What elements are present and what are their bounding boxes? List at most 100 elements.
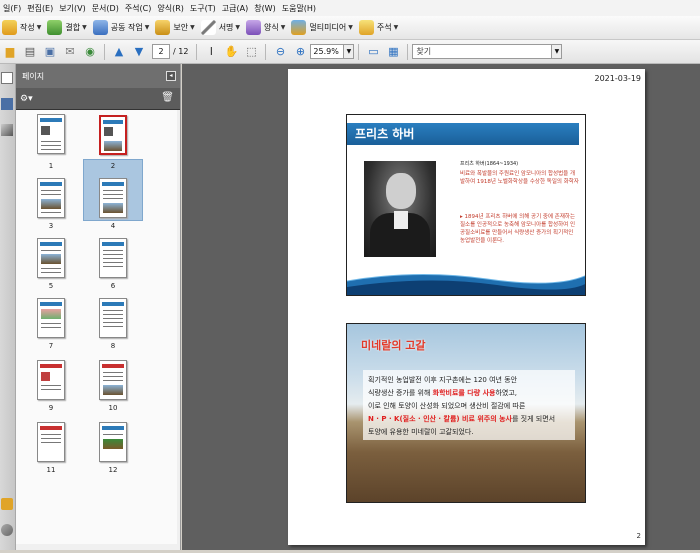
page-thumbnail-2[interactable] bbox=[99, 115, 127, 155]
combine-icon bbox=[47, 20, 63, 35]
zoom-out-icon[interactable]: ⊖ bbox=[272, 44, 288, 60]
panel-options-icon[interactable]: ◂ bbox=[166, 71, 176, 81]
page-thumbnail-3[interactable] bbox=[37, 178, 65, 218]
page-thumbnail-7[interactable] bbox=[37, 298, 65, 338]
page-thumbnails: 1 2 3 4 5 6 7 8 9 10 11 12 bbox=[16, 110, 177, 544]
menu-file[interactable]: 일(F) bbox=[0, 3, 24, 14]
separator bbox=[104, 43, 105, 60]
slide1-bullet: ▸ 1894년 프리츠 하버에 의해 공기 중에 존재하는 질소를 인공적으로 … bbox=[460, 214, 576, 244]
next-page-icon[interactable]: ▼ bbox=[131, 44, 147, 60]
forms-icon bbox=[246, 20, 262, 35]
portrait-photo bbox=[364, 161, 436, 257]
comment-pane-icon[interactable] bbox=[1, 498, 13, 510]
menu-help[interactable]: 도움말(H) bbox=[279, 3, 319, 14]
fit-width-icon[interactable]: ▦ bbox=[385, 44, 401, 60]
collaborate-icon bbox=[92, 20, 108, 35]
separator bbox=[358, 43, 360, 60]
menu-forms[interactable]: 양식(R) bbox=[154, 3, 187, 14]
thumbnail-label: 12 bbox=[108, 466, 118, 474]
signatures-icon[interactable] bbox=[1, 124, 13, 136]
thumbnail-label: 1 bbox=[48, 162, 54, 170]
secure-label: 보안 bbox=[173, 23, 189, 32]
email-icon[interactable]: ✉ bbox=[62, 44, 78, 60]
select-text-icon[interactable]: I bbox=[203, 44, 219, 60]
slide2-text: 를 짓게 되면서 bbox=[511, 415, 556, 423]
pages-icon[interactable] bbox=[1, 72, 13, 84]
hand-tool-icon[interactable]: ✋ bbox=[223, 44, 239, 60]
slide2-line: N · P · K(질소 · 인산 · 칼륨) 비료 위주의 농사를 짓게 되면… bbox=[368, 413, 570, 426]
zoom-select[interactable]: 25.9% bbox=[310, 44, 345, 59]
combine-button[interactable]: 결합 ▼ bbox=[45, 20, 90, 35]
slide-mineral-depletion: 미네랄의 고갈 획기적인 농업발전 이후 지구촌에는 120 여년 동안 식량생… bbox=[346, 323, 586, 503]
sign-label: 서명 bbox=[218, 23, 234, 32]
menu-tools[interactable]: 도구(T) bbox=[187, 3, 219, 14]
page-thumbnail-12[interactable] bbox=[99, 422, 127, 462]
comment-icon bbox=[358, 20, 374, 35]
slide1-wave-decoration bbox=[347, 273, 585, 295]
collaborate-button[interactable]: 공동 작업 ▼ bbox=[91, 20, 154, 35]
forms-button[interactable]: 양식 ▼ bbox=[244, 20, 289, 35]
slide1-description: 비료와 폭발물의 주원료인 암모니아의 합성법을 개발하여 1918년 노벨화학… bbox=[460, 171, 579, 185]
page-thumbnail-5[interactable] bbox=[37, 238, 65, 278]
forms-label: 양식 bbox=[264, 23, 279, 32]
page-total: / 12 bbox=[173, 47, 189, 56]
slide2-line: 토양에 유용한 미네랄이 고갈되었다. bbox=[368, 428, 474, 436]
panel-options-menu-icon[interactable]: ⚙▾ bbox=[20, 94, 33, 104]
print-icon[interactable]: ▤ bbox=[22, 44, 38, 60]
menu-advanced[interactable]: 고급(A) bbox=[219, 3, 251, 14]
slide2-line: 식량생산 증가를 위해 화학비료를 다량 사용하였고, bbox=[368, 387, 570, 400]
thumbnail-label: 9 bbox=[48, 404, 54, 412]
menu-document[interactable]: 문서(D) bbox=[89, 3, 122, 14]
slide2-title: 미네랄의 고갈 bbox=[361, 339, 426, 352]
page-thumbnail-9[interactable] bbox=[37, 360, 65, 400]
find-input[interactable]: 찾기 bbox=[412, 44, 553, 59]
find-dropdown-icon[interactable]: ▼ bbox=[552, 44, 563, 59]
thumbnail-label: 2 bbox=[110, 162, 116, 170]
page-thumbnail-10[interactable] bbox=[99, 360, 127, 400]
slide2-text: 식량생산 증가를 위해 bbox=[368, 389, 433, 397]
create-button[interactable]: 작성 ▼ bbox=[0, 20, 45, 35]
page-thumbnail-6[interactable] bbox=[99, 238, 127, 278]
page-thumbnail-11[interactable] bbox=[37, 422, 65, 462]
page-thumbnail-8[interactable] bbox=[99, 298, 127, 338]
thumbnail-label: 8 bbox=[110, 342, 116, 350]
menu-comments[interactable]: 주석(C) bbox=[122, 3, 155, 14]
menu-edit[interactable]: 편집(E) bbox=[24, 3, 56, 14]
pen-icon bbox=[200, 20, 216, 35]
multimedia-button[interactable]: 멀티미디어 ▼ bbox=[289, 20, 356, 35]
page-thumbnail-4[interactable] bbox=[99, 178, 127, 218]
navigation-rail bbox=[0, 64, 16, 550]
save-icon[interactable]: ▣ bbox=[42, 44, 58, 60]
thumbnail-label: 7 bbox=[48, 342, 54, 350]
fit-page-icon[interactable]: ▭ bbox=[365, 44, 381, 60]
document-viewer[interactable]: 2021-03-19 프리츠 하버 프리츠 하버(1864~1934) 비료와 … bbox=[182, 64, 700, 550]
open-folder-icon[interactable]: ▆ bbox=[2, 44, 18, 60]
page-date: 2021-03-19 bbox=[594, 74, 642, 83]
secure-button[interactable]: 보안 ▼ bbox=[153, 20, 198, 35]
navigation-toolbar: ▆ ▤ ▣ ✉ ◉ ▲ ▼ 2 / 12 I ✋ ⬚ ⊖ ⊕ 25.9% ▼ ▭… bbox=[0, 40, 700, 64]
attachments-icon[interactable] bbox=[1, 524, 13, 536]
panel-header: 페이지 ◂ bbox=[16, 64, 180, 88]
page-number-input[interactable]: 2 bbox=[152, 44, 170, 59]
page-thumbnail-1[interactable] bbox=[37, 114, 65, 154]
thumbnail-label: 10 bbox=[108, 404, 118, 412]
tasks-toolbar: 작성 ▼ 결합 ▼ 공동 작업 ▼ 보안 ▼ 서명 ▼ 양식 ▼ 멀티미디어 ▼ 주석 ▼ bbox=[0, 16, 700, 40]
panel-title: 페이지 bbox=[22, 71, 45, 81]
menu-window[interactable]: 창(W) bbox=[251, 3, 279, 14]
pages-panel: 페이지 ◂ ⚙▾ 🗑 1 2 3 4 5 6 7 8 9 10 11 12 bbox=[16, 64, 181, 550]
combine-label: 결합 bbox=[65, 23, 81, 32]
bookmarks-icon[interactable] bbox=[1, 98, 13, 110]
zoom-in-icon[interactable]: ⊕ bbox=[292, 44, 308, 60]
separator bbox=[265, 43, 267, 60]
sign-button[interactable]: 서명 ▼ bbox=[199, 20, 244, 35]
marquee-zoom-icon[interactable]: ⬚ bbox=[243, 44, 259, 60]
trash-icon[interactable]: 🗑 bbox=[161, 92, 174, 103]
separator bbox=[407, 43, 409, 60]
web-icon[interactable]: ◉ bbox=[82, 44, 98, 60]
menu-view[interactable]: 보기(V) bbox=[56, 3, 88, 14]
slide1-title: 프리츠 하버 bbox=[347, 123, 579, 145]
zoom-dropdown-icon[interactable]: ▼ bbox=[344, 44, 355, 59]
thumbnail-label: 11 bbox=[46, 466, 56, 474]
comment-button[interactable]: 주석 ▼ bbox=[357, 20, 402, 35]
previous-page-icon[interactable]: ▲ bbox=[111, 44, 127, 60]
